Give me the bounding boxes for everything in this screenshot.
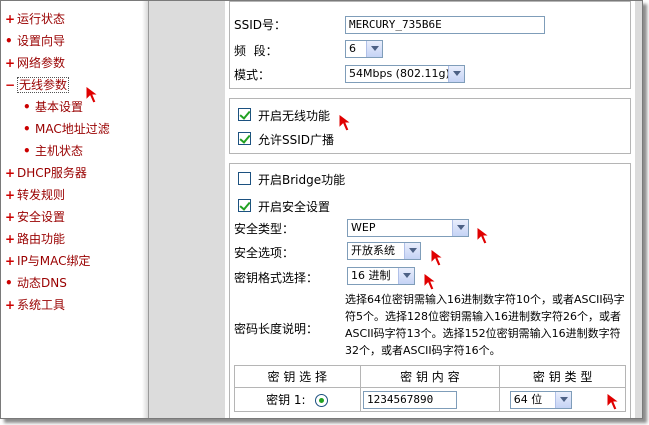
pointer-cursor-icon	[606, 392, 621, 411]
chevron-down-icon	[366, 41, 382, 57]
chevron-down-icon	[404, 243, 420, 259]
ssid-broadcast-checkbox[interactable]	[238, 132, 251, 145]
wireless-options-panel: 开启无线功能 允许SSID广播	[229, 98, 631, 154]
sidebar-item-system-tools[interactable]: + 系统工具	[5, 295, 65, 315]
mode-select[interactable]: 54Mbps (802.11g)	[345, 65, 465, 83]
key-content-header: 密 钥 内 容	[359, 365, 501, 388]
key-1-input[interactable]: 1234567890	[362, 390, 457, 409]
enable-security-checkbox[interactable]	[238, 199, 251, 212]
key-select-cell: 密钥 1:	[234, 387, 361, 412]
pointer-cursor-icon	[85, 85, 100, 104]
key-type-header: 密 钥 类 型	[499, 365, 626, 388]
ssid-broadcast-label: 允许SSID广播	[258, 133, 335, 147]
security-type-label: 安全类型：	[234, 222, 295, 236]
sidebar-menu: + 运行状态 • 设置向导 + 网络参数 − 无线参数 • 基本设置 • MAC地址过滤 •…	[1, 1, 149, 418]
sidebar-item-security[interactable]: + 安全设置	[5, 207, 65, 227]
chevron-down-icon	[554, 391, 571, 408]
sidebar-item-wireless[interactable]: − 无线参数	[5, 75, 70, 95]
table-row: 密钥 1: 1234567890 64 位	[234, 387, 626, 412]
sidebar-item-ip-mac-binding[interactable]: + IP与MAC绑定	[5, 251, 91, 271]
security-option-label: 安全选项：	[234, 246, 295, 260]
chevron-down-icon	[398, 268, 414, 284]
key-table: 密 钥 选 择 密 钥 内 容 密 钥 类 型 密钥 1: 1234567890	[234, 365, 626, 412]
router-window: + 运行状态 • 设置向导 + 网络参数 − 无线参数 • 基本设置 • MAC地址过滤 •…	[0, 0, 643, 419]
sidebar-item-network[interactable]: + 网络参数	[5, 53, 65, 73]
key-table-header: 密 钥 选 择 密 钥 内 容 密 钥 类 型	[234, 365, 626, 388]
security-option-select[interactable]: 开放系统	[347, 242, 421, 260]
chevron-down-icon	[452, 220, 468, 236]
enable-wireless-label: 开启无线功能	[258, 109, 331, 123]
pointer-cursor-icon	[423, 272, 438, 291]
sidebar-item-dhcp[interactable]: + DHCP服务器	[5, 163, 87, 183]
key-length-label: 密码长度说明：	[234, 322, 319, 336]
sidebar-item-ddns[interactable]: • 动态DNS	[5, 273, 67, 293]
security-type-select[interactable]: WEP	[347, 219, 469, 237]
enable-security-label: 开启安全设置	[258, 200, 331, 214]
channel-select[interactable]: 6	[345, 40, 383, 58]
key-content-cell: 1234567890	[359, 387, 501, 412]
enable-wireless-checkbox[interactable]	[238, 108, 251, 121]
ssid-label: SSID号：	[234, 18, 287, 32]
mode-label: 模式：	[234, 68, 271, 82]
sidebar-subitem-host-status[interactable]: • 主机状态	[23, 141, 83, 161]
sidebar-item-forwarding[interactable]: + 转发规则	[5, 185, 65, 205]
pointer-cursor-icon	[430, 248, 445, 267]
enable-bridge-label: 开启Bridge功能	[258, 173, 346, 187]
main-content: SSID号： MERCURY_735B6E 频 段： 6 模式： 54Mbps …	[225, 1, 642, 418]
key-1-radio[interactable]	[315, 394, 329, 407]
key-length-description: 选择64位密钥需输入16进制数字符10个，或者ASCII码字符5个。选择128位…	[345, 293, 625, 357]
chevron-down-icon	[448, 66, 464, 82]
ssid-input[interactable]: MERCURY_735B6E	[345, 16, 545, 34]
sidebar-item-status[interactable]: + 运行状态	[5, 9, 65, 29]
pointer-cursor-icon	[338, 113, 353, 132]
sidebar-item-setup-wizard[interactable]: • 设置向导	[5, 31, 65, 51]
channel-label: 频 段：	[234, 44, 278, 58]
sidebar-item-routing[interactable]: + 路由功能	[5, 229, 65, 249]
key-format-label: 密钥格式选择：	[234, 271, 319, 285]
basic-settings-panel: SSID号： MERCURY_735B6E 频 段： 6 模式： 54Mbps …	[229, 1, 631, 89]
security-settings-panel: 开启Bridge功能 开启安全设置 安全类型： WEP 安全选项： 开放系统 密…	[229, 163, 631, 418]
sidebar-subitem-mac-filter[interactable]: • MAC地址过滤	[23, 119, 110, 139]
sidebar-subitem-basic-settings[interactable]: • 基本设置	[23, 97, 83, 117]
key-select-header: 密 钥 选 择	[234, 365, 361, 388]
key-1-label: 密钥 1:	[266, 393, 306, 407]
key-1-type-select[interactable]: 64 位	[509, 390, 572, 409]
enable-bridge-checkbox[interactable]	[238, 172, 251, 185]
key-format-select[interactable]: 16 进制	[347, 267, 415, 285]
pointer-cursor-icon	[476, 226, 491, 245]
